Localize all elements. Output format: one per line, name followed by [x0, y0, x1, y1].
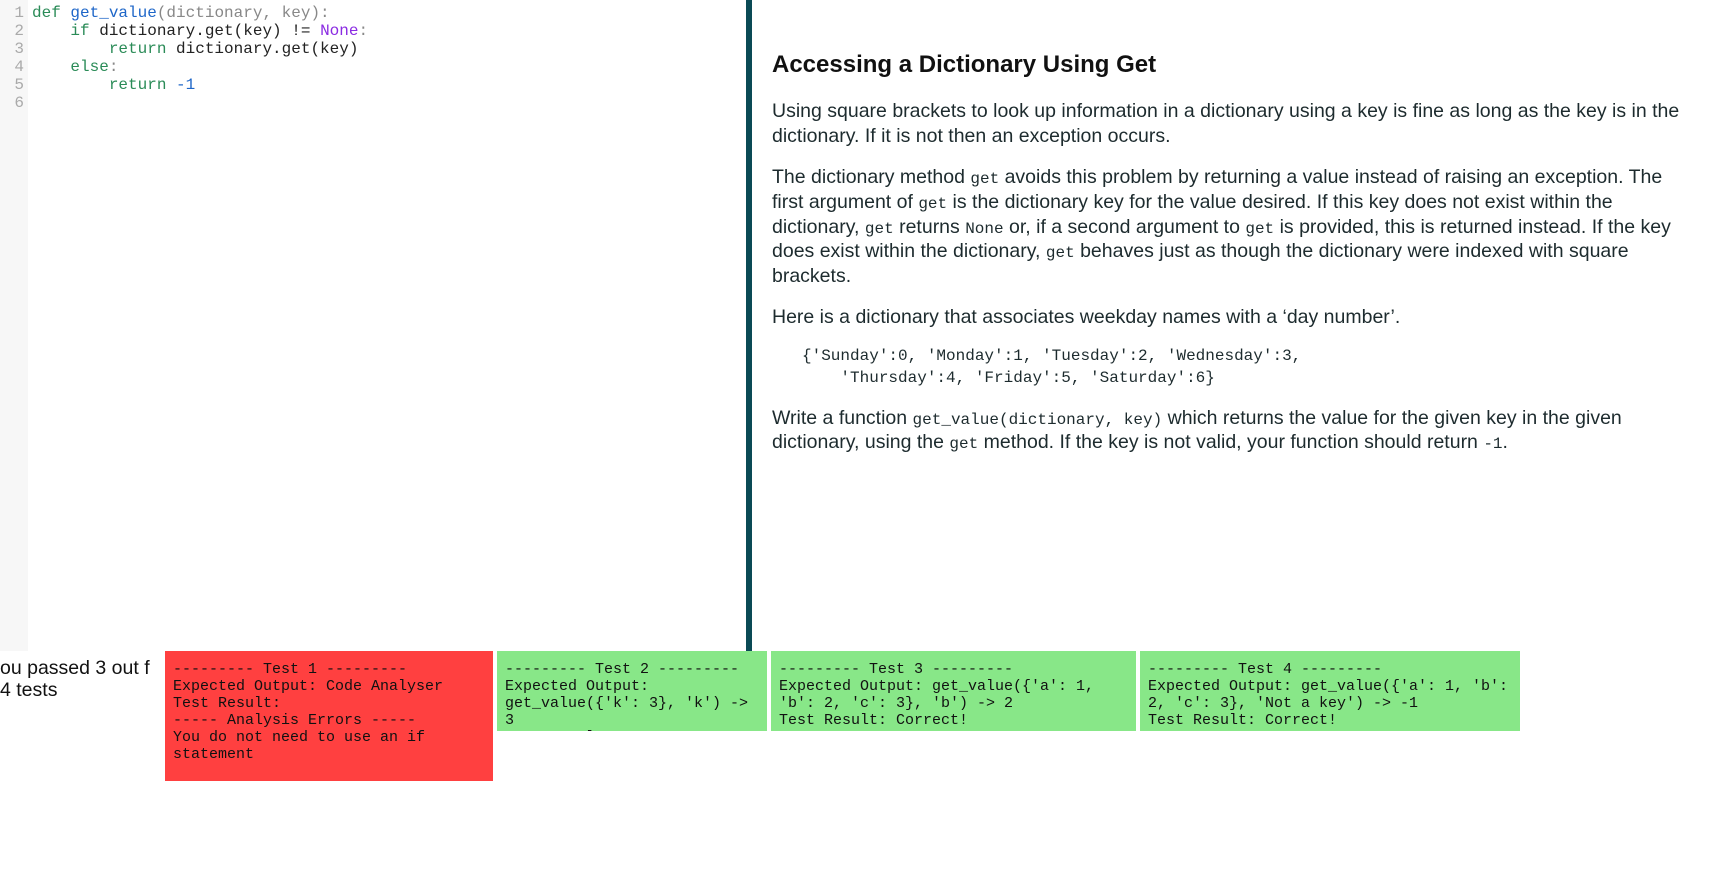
line-number: 6 — [0, 94, 24, 112]
code-line[interactable] — [32, 94, 746, 112]
code-line[interactable]: if dictionary.get(key) != None: — [32, 22, 746, 40]
code-editor-pane: 123456 def get_value(dictionary, key): i… — [0, 0, 752, 651]
line-number: 1 — [0, 4, 24, 22]
test-summary: ou passed 3 out f 4 tests — [0, 651, 165, 781]
inline-code: get_value(dictionary, key) — [913, 411, 1163, 429]
lesson-paragraph: Using square brackets to look up informa… — [772, 99, 1689, 149]
test-result-card: --------- Test 4 --------- Expected Outp… — [1140, 651, 1520, 731]
inline-code: get — [865, 220, 894, 238]
test-result-card: --------- Test 3 --------- Expected Outp… — [771, 651, 1136, 731]
lesson-title: Accessing a Dictionary Using Get — [772, 50, 1689, 81]
inline-code: None — [965, 220, 1003, 238]
lesson-paragraph: Write a function get_value(dictionary, k… — [772, 406, 1689, 456]
inline-code: -1 — [1483, 435, 1502, 453]
code-line[interactable]: return -1 — [32, 76, 746, 94]
inline-code: get — [949, 435, 978, 453]
test-result-card: --------- Test 1 --------- Expected Outp… — [165, 651, 493, 781]
test-result-card: --------- Test 2 --------- Expected Outp… — [497, 651, 767, 731]
inline-code: get — [970, 170, 999, 188]
code-line[interactable]: return dictionary.get(key) — [32, 40, 746, 58]
inline-code: get — [1245, 220, 1274, 238]
code-editor[interactable]: def get_value(dictionary, key): if dicti… — [28, 0, 746, 651]
inline-code: get — [918, 195, 947, 213]
line-number-gutter: 123456 — [0, 0, 28, 651]
code-line[interactable]: def get_value(dictionary, key): — [32, 4, 746, 22]
lesson-paragraph: The dictionary method get avoids this pr… — [772, 165, 1689, 290]
code-block: {'Sunday':0, 'Monday':1, 'Tuesday':2, 'W… — [802, 346, 1689, 389]
line-number: 3 — [0, 40, 24, 58]
code-line[interactable]: else: — [32, 58, 746, 76]
line-number: 2 — [0, 22, 24, 40]
lesson-paragraph: Here is a dictionary that associates wee… — [772, 305, 1689, 330]
line-number: 5 — [0, 76, 24, 94]
inline-code: get — [1046, 244, 1075, 262]
test-results-bar: ou passed 3 out f 4 tests --------- Test… — [0, 651, 1717, 781]
line-number: 4 — [0, 58, 24, 76]
description-pane: Accessing a Dictionary Using Get Using s… — [752, 0, 1717, 651]
